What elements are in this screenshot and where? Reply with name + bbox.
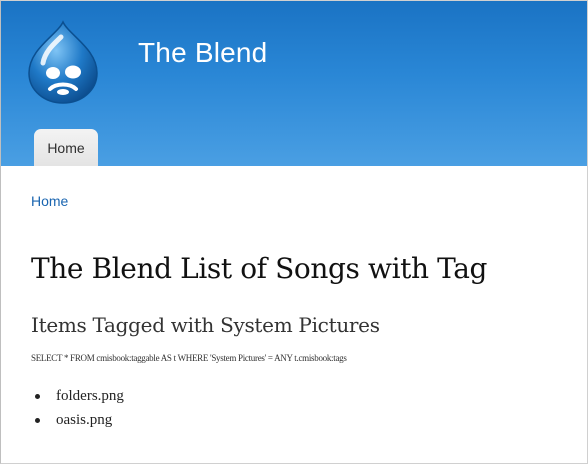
section-title: Items Tagged with System Pictures <box>31 313 380 337</box>
list-item-label: oasis.png <box>56 412 113 428</box>
site-header: The Blend Home <box>1 1 587 166</box>
bullet-icon <box>35 418 40 423</box>
cmis-query-text: SELECT * FROM cmisbook:taggable AS t WHE… <box>31 353 347 363</box>
tagged-items-list: folders.png oasis.png <box>31 384 124 432</box>
bullet-icon <box>35 394 40 399</box>
drupal-drop-logo-icon[interactable] <box>23 19 103 105</box>
list-item-label: folders.png <box>56 388 124 404</box>
site-name[interactable]: The Blend <box>138 37 267 69</box>
breadcrumb-home-link[interactable]: Home <box>31 193 68 209</box>
page-title: The Blend List of Songs with Tag <box>31 252 488 285</box>
tab-home[interactable]: Home <box>34 129 98 166</box>
list-item: folders.png <box>31 384 124 408</box>
list-item: oasis.png <box>31 408 124 432</box>
page-frame: The Blend Home Home The Blend List of So… <box>0 0 588 464</box>
